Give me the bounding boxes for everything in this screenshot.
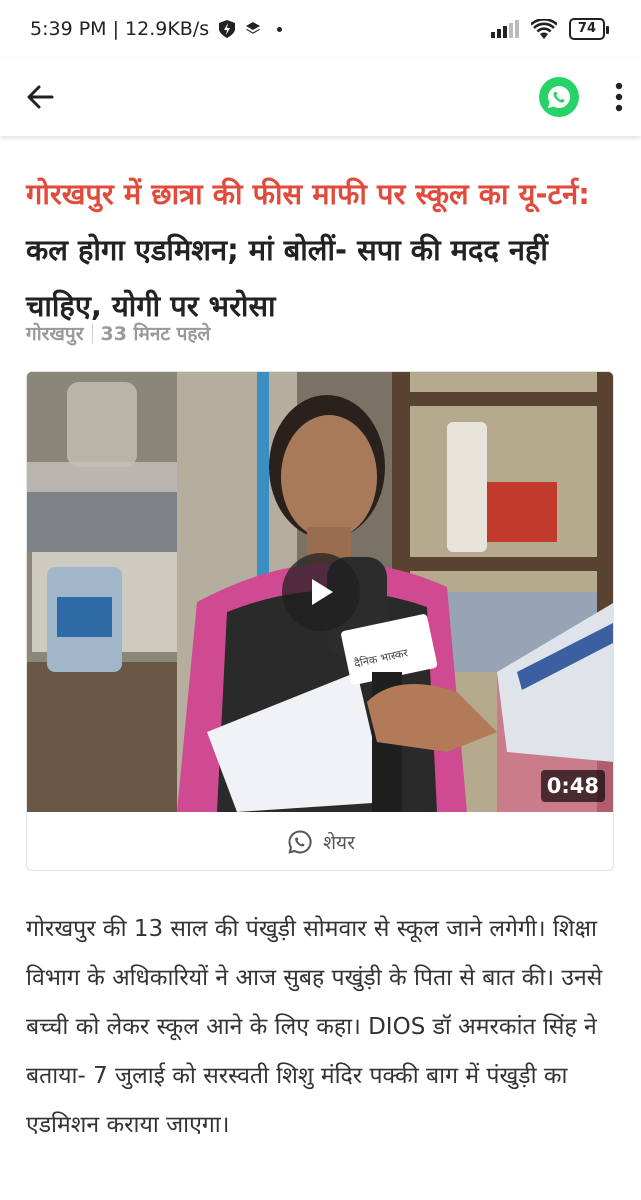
whatsapp-share-button[interactable] (539, 77, 579, 117)
video-duration: 0:48 (540, 770, 605, 802)
battery-icon: 74 (568, 18, 610, 40)
app-bar-actions (539, 77, 623, 117)
shield-bolt-icon (219, 20, 236, 38)
article-location[interactable]: गोरखपुर (26, 320, 84, 346)
headline-kicker: गोरखपुर में छात्रा की फीस माफी पर स्कूल … (26, 177, 590, 211)
share-button[interactable]: शेयर (27, 812, 613, 870)
article-headline: गोरखपुर में छात्रा की फीस माफी पर स्कूल … (26, 166, 596, 334)
status-time-speed: 5:39 PM | 12.9KB/s (30, 18, 210, 40)
status-bar: 5:39 PM | 12.9KB/s 74 (0, 0, 641, 58)
share-label: शेयर (323, 832, 355, 854)
layers-icon (246, 22, 261, 34)
whatsapp-outline-icon (288, 830, 312, 854)
headline-rest: कल होगा एडमिशन; मां बोलीं- सपा की मदद नह… (26, 233, 548, 323)
article-time: 33 मिनट पहले (100, 323, 211, 345)
video-card: दैनिक भास्कर 0:48 शेयर (26, 371, 614, 871)
signal-icon (490, 20, 519, 38)
app-bar (0, 58, 641, 136)
more-vertical-icon[interactable] (615, 82, 623, 112)
meta-divider (91, 323, 93, 343)
video-player[interactable]: दैनिक भास्कर 0:48 (27, 372, 613, 812)
notification-dot-icon (277, 26, 283, 32)
status-left: 5:39 PM | 12.9KB/s (30, 18, 283, 40)
back-arrow-icon[interactable] (24, 81, 56, 113)
whatsapp-icon (548, 85, 571, 108)
status-right: 74 (490, 18, 610, 40)
play-button[interactable] (282, 553, 360, 631)
play-icon (312, 579, 333, 605)
article-meta: गोरखपुर 33 मिनट पहले (26, 320, 210, 346)
article-body: गोरखपुर की 13 साल की पंखुड़ी सोमवार से स… (26, 916, 603, 1138)
wifi-icon (530, 19, 557, 39)
